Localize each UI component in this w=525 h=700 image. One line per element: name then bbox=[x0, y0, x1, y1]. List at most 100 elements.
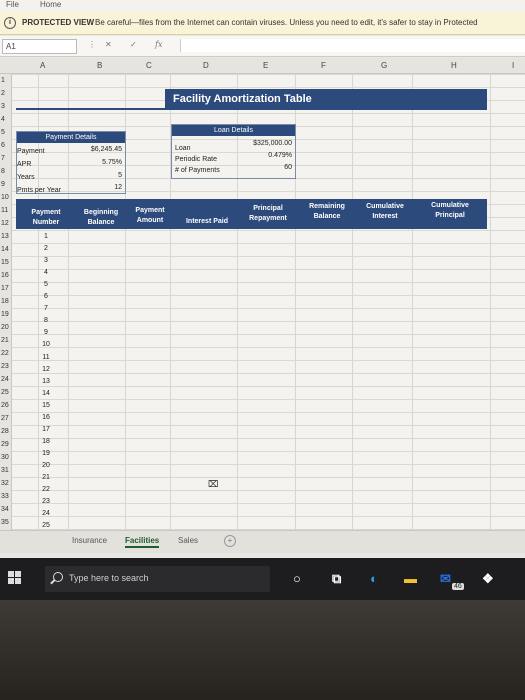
row-number[interactable]: 34 bbox=[1, 506, 9, 513]
payment-number-cell[interactable]: 2 bbox=[38, 245, 54, 252]
row-number[interactable]: 14 bbox=[1, 246, 9, 253]
payment-number-cell[interactable]: 19 bbox=[38, 450, 54, 457]
row-number[interactable]: 27 bbox=[1, 415, 9, 422]
col-f[interactable]: F bbox=[321, 61, 326, 70]
row-number[interactable]: 16 bbox=[1, 272, 9, 279]
row-number[interactable]: 20 bbox=[1, 324, 9, 331]
payment-number-cell[interactable]: 15 bbox=[38, 402, 54, 409]
col-d[interactable]: D bbox=[203, 61, 209, 70]
cortana-icon[interactable]: ○ bbox=[293, 571, 301, 586]
row-number[interactable]: 22 bbox=[1, 350, 9, 357]
apr-value[interactable]: 5.75% bbox=[60, 159, 122, 166]
row-number[interactable]: 5 bbox=[1, 129, 5, 136]
task-view-icon[interactable]: ⧉ bbox=[332, 571, 341, 587]
payment-number-cell[interactable]: 25 bbox=[38, 522, 54, 529]
payment-number-cell[interactable]: 7 bbox=[38, 305, 54, 312]
payment-number-cell[interactable]: 12 bbox=[38, 366, 54, 373]
tab-insurance[interactable]: Insurance bbox=[72, 536, 107, 545]
payment-number-cell[interactable]: 22 bbox=[38, 486, 54, 493]
row-number[interactable]: 11 bbox=[1, 207, 8, 214]
row-number[interactable]: 17 bbox=[1, 285, 9, 292]
row-number[interactable]: 6 bbox=[1, 142, 5, 149]
options-icon[interactable]: ⋮ bbox=[88, 40, 96, 49]
col-e[interactable]: E bbox=[263, 61, 268, 70]
col-g[interactable]: G bbox=[381, 61, 387, 70]
col-i[interactable]: I bbox=[512, 61, 514, 70]
row-number[interactable]: 13 bbox=[1, 233, 9, 240]
row-number[interactable]: 19 bbox=[1, 311, 9, 318]
add-sheet-icon[interactable]: + bbox=[224, 535, 236, 547]
row-number[interactable]: 9 bbox=[1, 181, 5, 188]
row-number[interactable]: 32 bbox=[1, 480, 9, 487]
payment-number-cell[interactable]: 5 bbox=[38, 281, 54, 288]
pmts-per-year-value[interactable]: 12 bbox=[60, 184, 122, 191]
row-number[interactable]: 4 bbox=[1, 116, 5, 123]
payment-value[interactable]: $6,245.45 bbox=[60, 146, 122, 153]
row-number[interactable]: 33 bbox=[1, 493, 9, 500]
col-a[interactable]: A bbox=[40, 61, 45, 70]
row-number[interactable]: 28 bbox=[1, 428, 9, 435]
row-number[interactable]: 2 bbox=[1, 90, 5, 97]
payment-number-cell[interactable]: 24 bbox=[38, 510, 54, 517]
payment-number-cell[interactable]: 4 bbox=[38, 269, 54, 276]
row-number[interactable]: 30 bbox=[1, 454, 9, 461]
row-number[interactable]: 3 bbox=[1, 103, 5, 110]
tab-facilities[interactable]: Facilities bbox=[125, 536, 160, 548]
row-number[interactable]: 8 bbox=[1, 168, 5, 175]
payment-number-cell[interactable]: 9 bbox=[38, 329, 54, 336]
row-number[interactable]: 31 bbox=[1, 467, 9, 474]
windows-start-icon[interactable] bbox=[8, 571, 21, 584]
loan-value[interactable]: $325,000.00 bbox=[230, 140, 292, 147]
taskbar-search[interactable]: Type here to search bbox=[45, 566, 270, 592]
payment-number-cell[interactable]: 11 bbox=[38, 354, 54, 361]
payment-number-cell[interactable]: 18 bbox=[38, 438, 54, 445]
row-number[interactable]: 12 bbox=[1, 220, 9, 227]
payment-number-cell[interactable]: 8 bbox=[38, 317, 54, 324]
mail-icon[interactable]: ✉ bbox=[440, 571, 451, 587]
payment-number-cell[interactable]: 17 bbox=[38, 426, 54, 433]
payment-number-cell[interactable]: 20 bbox=[38, 462, 54, 469]
col-b[interactable]: B bbox=[97, 61, 102, 70]
payment-number-cell[interactable]: 14 bbox=[38, 390, 54, 397]
tab-sales[interactable]: Sales bbox=[178, 536, 198, 545]
payment-number-cell[interactable]: 3 bbox=[38, 257, 54, 264]
header-remaining-balance: Remaining Balance bbox=[298, 202, 356, 222]
payment-number-cell[interactable]: 23 bbox=[38, 498, 54, 505]
periodic-rate-value[interactable]: 0.479% bbox=[230, 152, 292, 159]
home-tab[interactable]: Home bbox=[40, 0, 61, 9]
row-number[interactable]: 24 bbox=[1, 376, 9, 383]
cancel-icon[interactable]: ✕ bbox=[105, 40, 112, 49]
row-number[interactable]: 10 bbox=[1, 194, 9, 201]
payment-number-cell[interactable]: 6 bbox=[38, 293, 54, 300]
row-number[interactable]: 26 bbox=[1, 402, 9, 409]
formula-input[interactable] bbox=[180, 39, 525, 52]
payment-number-cell[interactable]: 10 bbox=[38, 341, 54, 348]
num-payments-value[interactable]: 60 bbox=[230, 164, 292, 171]
function-icon[interactable]: fx bbox=[155, 40, 162, 49]
row-number[interactable]: 21 bbox=[1, 337, 9, 344]
header-line1: Payment bbox=[135, 207, 165, 214]
row-number[interactable]: 29 bbox=[1, 441, 9, 448]
col-h[interactable]: H bbox=[451, 61, 457, 70]
row-number[interactable]: 18 bbox=[1, 298, 9, 305]
row-number[interactable]: 23 bbox=[1, 363, 9, 370]
row-number[interactable]: 25 bbox=[1, 389, 9, 396]
header-payment-amount: Payment Amount bbox=[126, 206, 174, 226]
dropbox-icon[interactable]: ❖ bbox=[482, 571, 494, 587]
file-explorer-icon[interactable]: ▬ bbox=[404, 571, 417, 586]
periodic-rate-label: Periodic Rate bbox=[175, 156, 218, 163]
payment-number-cell[interactable]: 21 bbox=[38, 474, 54, 481]
edge-icon[interactable]: ◐ bbox=[370, 571, 378, 586]
col-c[interactable]: C bbox=[146, 61, 152, 70]
row-number[interactable]: 1 bbox=[1, 77, 5, 84]
payment-number-cell[interactable]: 13 bbox=[38, 378, 54, 385]
file-menu[interactable]: File bbox=[6, 0, 19, 9]
payment-number-cell[interactable]: 16 bbox=[38, 414, 54, 421]
years-value[interactable]: 5 bbox=[60, 172, 122, 179]
enter-icon[interactable]: ✓ bbox=[130, 40, 137, 49]
row-number[interactable]: 7 bbox=[1, 155, 5, 162]
row-number[interactable]: 15 bbox=[1, 259, 9, 266]
name-box[interactable]: A1 bbox=[2, 39, 77, 54]
row-number[interactable]: 35 bbox=[1, 519, 9, 526]
payment-number-cell[interactable]: 1 bbox=[38, 233, 54, 240]
